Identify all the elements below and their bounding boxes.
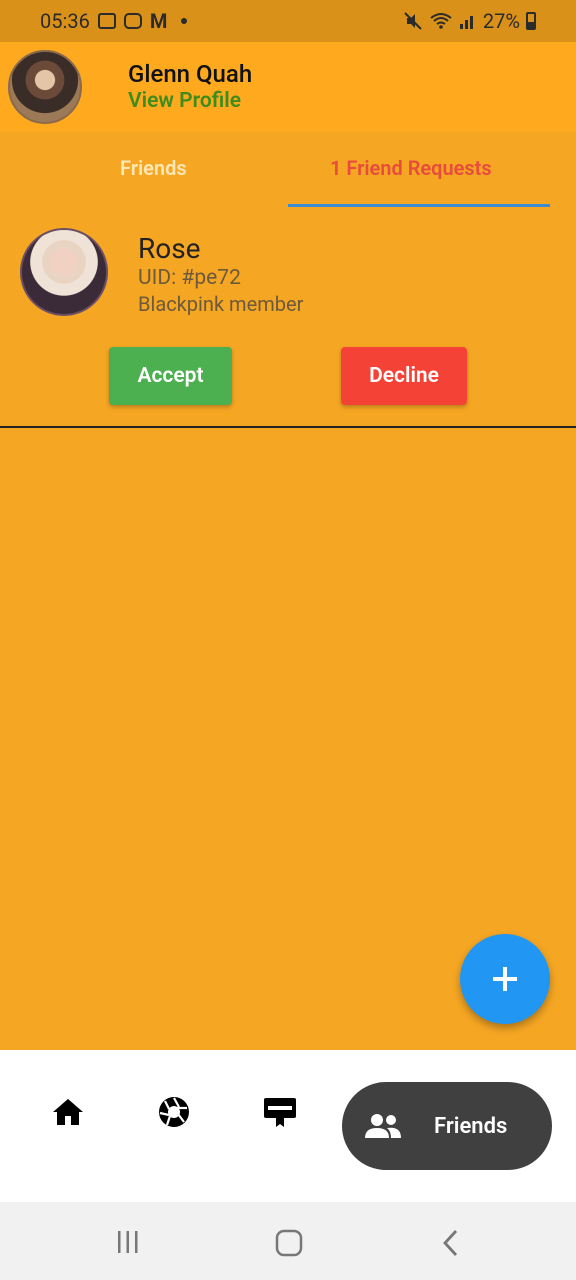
divider (0, 426, 576, 428)
tab-friends[interactable]: Friends (120, 156, 187, 180)
more-notifications-dot-icon (181, 18, 188, 24)
profile-header: Glenn Quah View Profile (0, 42, 576, 132)
wifi-icon (430, 13, 452, 29)
view-profile-link[interactable]: View Profile (128, 89, 241, 113)
gallery-notification-icon (97, 13, 116, 29)
requester-name: Rose (138, 232, 201, 265)
bottom-navigation: Friends (0, 1050, 576, 1202)
card-icon (264, 1098, 296, 1127)
gmail-notification-icon: M (149, 9, 168, 33)
status-time: 05:36 (40, 9, 90, 33)
battery-percent: 27% (482, 9, 520, 33)
requester-uid: UID: #pe72 (138, 266, 241, 290)
home-icon (53, 1099, 83, 1125)
nav-friends[interactable]: Friends (342, 1082, 552, 1170)
requester-description: Blackpink member (138, 292, 304, 316)
tab-bar: Friends 1 Friend Requests (0, 132, 576, 210)
requester-avatar (20, 228, 108, 316)
nav-home[interactable] (48, 1092, 88, 1132)
decline-button[interactable]: Decline (341, 347, 467, 405)
home-button-icon[interactable] (274, 1228, 304, 1258)
nav-camera[interactable] (154, 1092, 194, 1132)
battery-icon (526, 12, 536, 30)
accept-button[interactable]: Accept (109, 347, 232, 405)
tab-indicator (288, 204, 550, 207)
status-right: 27% (403, 9, 536, 33)
user-avatar[interactable] (8, 50, 82, 124)
user-name: Glenn Quah (128, 60, 253, 88)
nav-card[interactable] (260, 1092, 300, 1132)
mute-icon (404, 12, 422, 30)
friends-icon (365, 1114, 401, 1138)
camera-aperture-icon (159, 1097, 189, 1127)
recent-apps-icon[interactable] (114, 1228, 142, 1256)
back-icon[interactable] (438, 1228, 464, 1258)
status-left: 05:36 M (40, 9, 188, 33)
system-navigation-bar (0, 1202, 576, 1280)
plus-icon (493, 967, 517, 991)
add-friend-fab[interactable] (460, 934, 550, 1024)
nav-friends-label: Friends (434, 1113, 508, 1139)
tab-friend-requests[interactable]: 1 Friend Requests (330, 156, 492, 180)
friend-request-card: Rose UID: #pe72 Blackpink member Accept … (0, 210, 576, 428)
instagram-notification-icon (123, 13, 142, 29)
status-bar: 05:36 M 27% (0, 0, 576, 42)
signal-icon (459, 16, 473, 29)
